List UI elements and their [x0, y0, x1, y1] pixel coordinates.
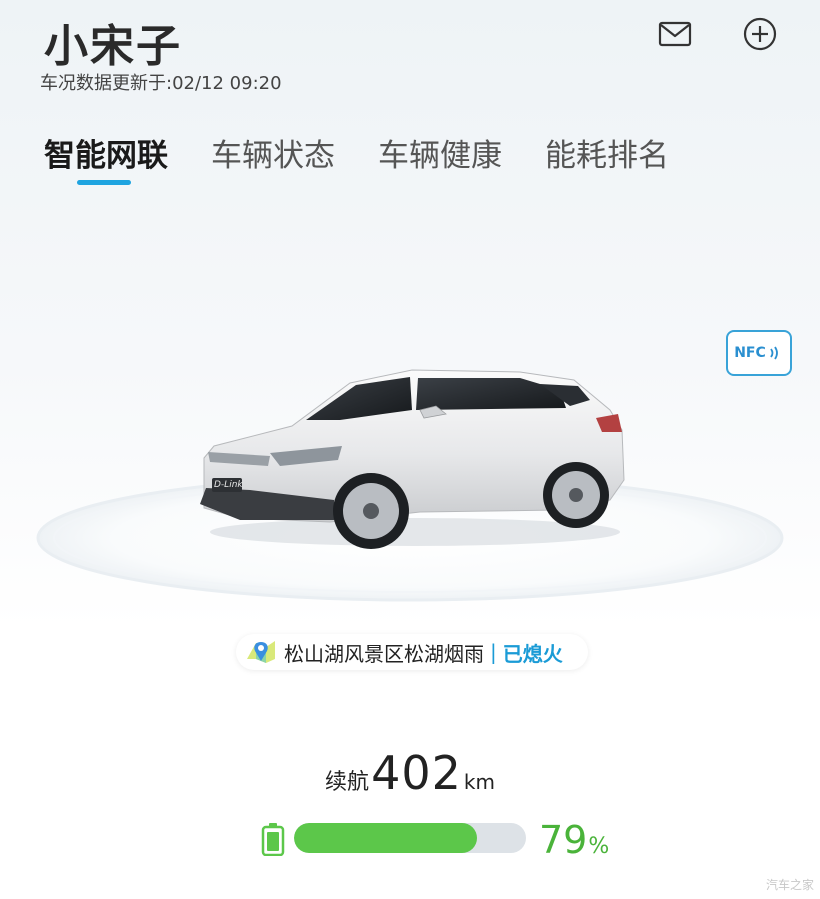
mail-icon[interactable]	[655, 14, 695, 54]
status-separator: |	[490, 640, 497, 664]
range-value: 402	[371, 746, 462, 800]
engine-status: 已熄火	[502, 641, 563, 666]
page-title: 小宋子	[44, 21, 182, 72]
location-status-pill[interactable]: 松山湖风景区松湖烟雨 | 已熄火	[236, 634, 588, 670]
tab-energy-ranking[interactable]: 能耗排名	[545, 130, 669, 175]
nfc-button[interactable]: NFC	[726, 330, 792, 376]
update-timestamp: 车况数据更新于:02/12 09:20	[40, 73, 282, 94]
watermark: 汽车之家	[765, 878, 814, 892]
car-illustration	[200, 369, 625, 549]
range-label: 续航	[325, 770, 370, 795]
tab-vehicle-status[interactable]: 车辆状态	[211, 130, 335, 175]
add-circle-icon[interactable]	[740, 14, 780, 54]
nfc-icon	[770, 346, 778, 360]
range-display: 续航 402 km	[0, 746, 820, 800]
map-pin-icon	[247, 641, 275, 663]
tab-vehicle-health[interactable]: 车辆健康	[378, 130, 502, 175]
battery-icon	[261, 823, 285, 856]
battery-level-bar	[294, 823, 526, 853]
front-badge: D-Link	[214, 480, 243, 490]
battery-level-fill	[294, 823, 478, 853]
tab-smart-connect[interactable]: 智能网联	[44, 130, 168, 175]
active-tab-indicator	[77, 180, 131, 185]
battery-percent-value: 79	[539, 818, 588, 862]
range-unit: km	[463, 770, 495, 794]
location-text: 松山湖风景区松湖烟雨	[284, 641, 484, 666]
nfc-label: NFC	[734, 345, 766, 361]
battery-percent: 79 %	[539, 818, 609, 862]
battery-percent-unit: %	[588, 834, 610, 859]
